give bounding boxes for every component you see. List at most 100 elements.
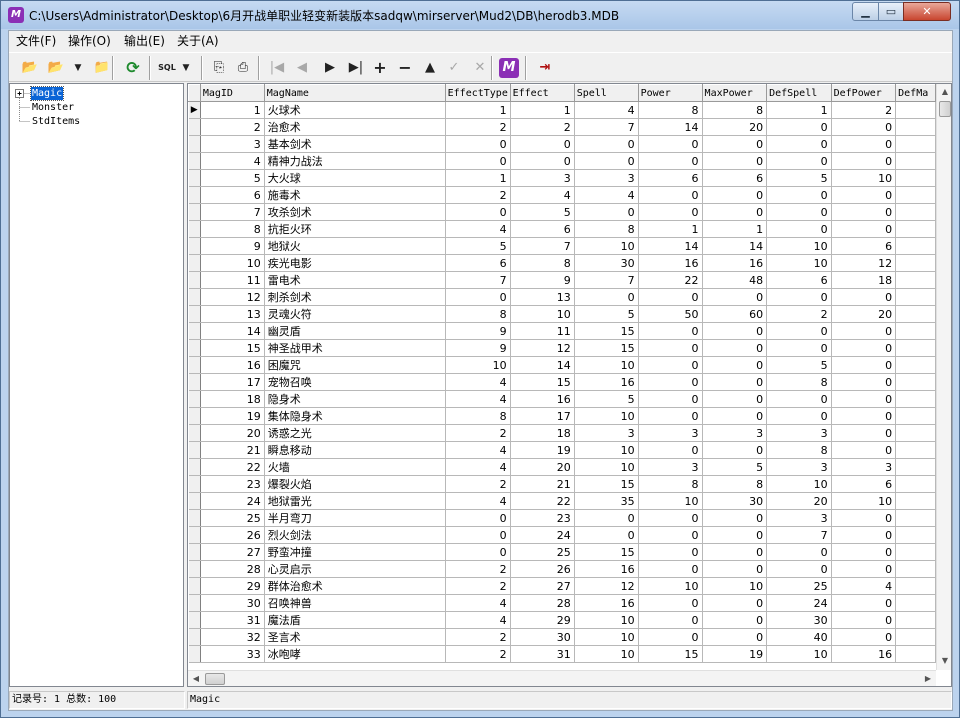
cell-effecttype[interactable]: 8 — [445, 305, 511, 323]
row-indicator[interactable] — [188, 254, 201, 272]
next-record-icon[interactable]: ▶ — [319, 57, 341, 79]
cell-maxpower[interactable]: 19 — [702, 645, 768, 663]
row-indicator[interactable] — [188, 628, 201, 646]
cell-maxpower[interactable]: 1 — [702, 220, 768, 238]
cell-magname[interactable]: 火球术 — [264, 101, 446, 119]
cell-effecttype[interactable]: 4 — [445, 611, 511, 629]
scroll-right-icon[interactable]: ▶ — [920, 671, 936, 686]
cell-power[interactable]: 15 — [638, 645, 703, 663]
cell-power[interactable]: 6 — [638, 169, 703, 187]
cell-effect[interactable]: 4 — [510, 186, 575, 204]
table-row[interactable]: 15 神圣战甲术 9 12 15 0 0 0 0 — [188, 339, 936, 357]
cell-maxpower[interactable]: 0 — [702, 628, 768, 646]
row-indicator[interactable] — [188, 288, 201, 306]
row-indicator[interactable] — [188, 458, 201, 476]
cell-magname[interactable]: 瞬息移动 — [264, 441, 446, 459]
cell-maxpower[interactable]: 0 — [702, 543, 768, 561]
cell-defpower[interactable]: 0 — [831, 560, 897, 578]
cell-defspell[interactable]: 0 — [766, 339, 832, 357]
cell-defma[interactable] — [895, 475, 936, 493]
cell-defpower[interactable]: 0 — [831, 509, 897, 527]
cell-magid[interactable]: 2 — [200, 118, 265, 136]
cell-effecttype[interactable]: 0 — [445, 509, 511, 527]
cell-maxpower[interactable]: 30 — [702, 492, 768, 510]
cell-maxpower[interactable]: 0 — [702, 390, 768, 408]
column-header-magid[interactable]: MagID — [199, 84, 265, 102]
cell-power[interactable]: 16 — [638, 254, 703, 272]
sql-icon[interactable]: SQL — [156, 57, 178, 79]
menu-output[interactable]: 输出(E) — [123, 33, 166, 49]
cell-magname[interactable]: 神圣战甲术 — [264, 339, 446, 357]
cell-maxpower[interactable]: 20 — [702, 118, 768, 136]
cell-defpower[interactable]: 18 — [831, 271, 897, 289]
cell-defma[interactable] — [895, 611, 936, 629]
row-indicator[interactable] — [188, 339, 201, 357]
cell-spell[interactable]: 15 — [574, 543, 639, 561]
cell-defma[interactable] — [895, 118, 936, 136]
cell-defpower[interactable]: 0 — [831, 339, 897, 357]
cell-effecttype[interactable]: 7 — [445, 271, 511, 289]
cell-magname[interactable]: 治愈术 — [264, 118, 446, 136]
cell-defspell[interactable]: 20 — [766, 492, 832, 510]
cell-effect[interactable]: 21 — [510, 475, 575, 493]
cell-defspell[interactable]: 8 — [766, 441, 832, 459]
open-folder-icon[interactable]: 📂 — [19, 57, 41, 79]
cell-magid[interactable]: 31 — [200, 611, 265, 629]
cell-magname[interactable]: 幽灵盾 — [264, 322, 446, 340]
delete-record-icon[interactable]: − — [394, 57, 416, 79]
cell-defma[interactable] — [895, 169, 936, 187]
row-indicator[interactable] — [188, 135, 201, 153]
cell-defspell[interactable]: 10 — [766, 254, 832, 272]
cell-effecttype[interactable]: 0 — [445, 288, 511, 306]
cell-magid[interactable]: 29 — [200, 577, 265, 595]
cell-spell[interactable]: 10 — [574, 611, 639, 629]
cell-effect[interactable]: 27 — [510, 577, 575, 595]
cell-magname[interactable]: 地狱雷光 — [264, 492, 446, 510]
cell-defma[interactable] — [895, 339, 936, 357]
cell-effecttype[interactable]: 0 — [445, 135, 511, 153]
cell-power[interactable]: 0 — [638, 611, 703, 629]
cell-defma[interactable] — [895, 645, 936, 663]
cell-effect[interactable]: 19 — [510, 441, 575, 459]
row-indicator[interactable] — [188, 492, 201, 510]
cell-effecttype[interactable]: 1 — [445, 169, 511, 187]
cell-magname[interactable]: 雷电术 — [264, 271, 446, 289]
cell-maxpower[interactable]: 0 — [702, 407, 768, 425]
cell-spell[interactable]: 8 — [574, 220, 639, 238]
cell-magname[interactable]: 群体治愈术 — [264, 577, 446, 595]
cell-maxpower[interactable]: 0 — [702, 441, 768, 459]
cell-spell[interactable]: 0 — [574, 509, 639, 527]
cell-magid[interactable]: 11 — [200, 271, 265, 289]
row-indicator[interactable] — [188, 611, 201, 629]
cell-defpower[interactable]: 0 — [831, 288, 897, 306]
cell-defma[interactable] — [895, 220, 936, 238]
cell-defspell[interactable]: 0 — [766, 322, 832, 340]
cell-magid[interactable]: 23 — [200, 475, 265, 493]
column-header-power[interactable]: Power — [637, 84, 703, 102]
cell-maxpower[interactable]: 8 — [702, 101, 768, 119]
table-row[interactable]: 33 冰咆哮 2 31 10 15 19 10 16 — [188, 645, 936, 663]
print-icon[interactable]: ⎙ — [232, 57, 254, 79]
cell-spell[interactable]: 4 — [574, 186, 639, 204]
row-indicator[interactable] — [188, 203, 201, 221]
dropdown-arrow-icon[interactable]: ▼ — [71, 57, 85, 79]
cell-effecttype[interactable]: 6 — [445, 254, 511, 272]
cell-effect[interactable]: 20 — [510, 458, 575, 476]
cell-magid[interactable]: 25 — [200, 509, 265, 527]
cell-magid[interactable]: 5 — [200, 169, 265, 187]
cell-effect[interactable]: 26 — [510, 560, 575, 578]
cell-effect[interactable]: 17 — [510, 407, 575, 425]
prior-record-icon[interactable]: ◀ — [291, 57, 313, 79]
cell-spell[interactable]: 10 — [574, 441, 639, 459]
table-row[interactable]: 20 诱惑之光 2 18 3 3 3 3 0 — [188, 424, 936, 442]
cell-power[interactable]: 0 — [638, 339, 703, 357]
row-indicator[interactable] — [188, 169, 201, 187]
cell-magname[interactable]: 半月弯刀 — [264, 509, 446, 527]
cell-effecttype[interactable]: 0 — [445, 526, 511, 544]
cell-power[interactable]: 14 — [638, 118, 703, 136]
cell-spell[interactable]: 10 — [574, 458, 639, 476]
cell-defma[interactable] — [895, 152, 936, 170]
cell-power[interactable]: 0 — [638, 356, 703, 374]
cell-maxpower[interactable]: 0 — [702, 611, 768, 629]
cell-effecttype[interactable]: 2 — [445, 577, 511, 595]
